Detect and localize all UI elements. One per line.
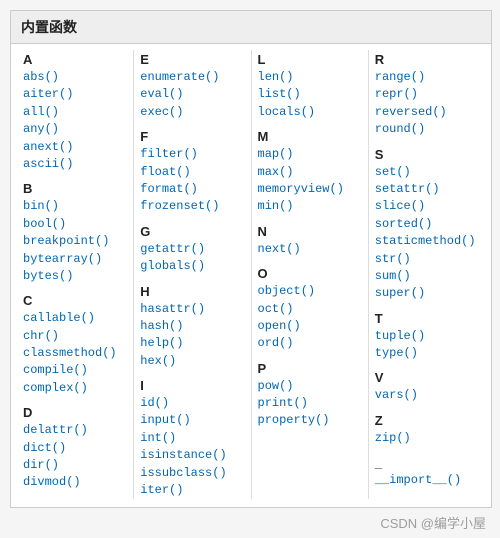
group-head-H: H bbox=[138, 284, 246, 299]
columns-wrapper: A abs() aiter() all() any() anext() asci… bbox=[11, 44, 491, 507]
group-head-G: G bbox=[138, 224, 246, 239]
column-2: E enumerate() eval() exec() F filter() f… bbox=[134, 50, 251, 499]
group-head-M: M bbox=[256, 129, 364, 144]
fn-str[interactable]: str() bbox=[373, 251, 481, 268]
fn-reversed[interactable]: reversed() bbox=[373, 104, 481, 121]
group-head-A: A bbox=[21, 52, 129, 67]
group-head-O: O bbox=[256, 266, 364, 281]
fn-compile[interactable]: compile() bbox=[21, 362, 129, 379]
fn-hash[interactable]: hash() bbox=[138, 318, 246, 335]
fn-help[interactable]: help() bbox=[138, 335, 246, 352]
column-4: R range() repr() reversed() round() S se… bbox=[369, 50, 485, 499]
group-head-L: L bbox=[256, 52, 364, 67]
group-head-underscore: _ bbox=[373, 455, 481, 470]
fn-open[interactable]: open() bbox=[256, 318, 364, 335]
group-head-C: C bbox=[21, 293, 129, 308]
group-head-T: T bbox=[373, 311, 481, 326]
fn-len[interactable]: len() bbox=[256, 69, 364, 86]
fn-filter[interactable]: filter() bbox=[138, 146, 246, 163]
fn-divmod[interactable]: divmod() bbox=[21, 474, 129, 491]
fn-ord[interactable]: ord() bbox=[256, 335, 364, 352]
fn-next[interactable]: next() bbox=[256, 241, 364, 258]
fn-oct[interactable]: oct() bbox=[256, 301, 364, 318]
fn-issubclass[interactable]: issubclass() bbox=[138, 465, 246, 482]
fn-locals[interactable]: locals() bbox=[256, 104, 364, 121]
watermark-text: CSDN @编学小屋 bbox=[380, 513, 486, 532]
fn-max[interactable]: max() bbox=[256, 164, 364, 181]
fn-globals[interactable]: globals() bbox=[138, 258, 246, 275]
fn-frozenset[interactable]: frozenset() bbox=[138, 198, 246, 215]
column-3: L len() list() locals() M map() max() me… bbox=[252, 50, 369, 499]
fn-exec[interactable]: exec() bbox=[138, 104, 246, 121]
fn-vars[interactable]: vars() bbox=[373, 387, 481, 404]
group-head-E: E bbox=[138, 52, 246, 67]
fn-min[interactable]: min() bbox=[256, 198, 364, 215]
builtin-functions-panel: 内置函数 A abs() aiter() all() any() anext()… bbox=[10, 10, 492, 508]
fn-input[interactable]: input() bbox=[138, 412, 246, 429]
fn-bool[interactable]: bool() bbox=[21, 216, 129, 233]
fn-slice[interactable]: slice() bbox=[373, 198, 481, 215]
fn-int[interactable]: int() bbox=[138, 430, 246, 447]
fn-eval[interactable]: eval() bbox=[138, 86, 246, 103]
fn-property[interactable]: property() bbox=[256, 412, 364, 429]
group-head-P: P bbox=[256, 361, 364, 376]
group-head-Z: Z bbox=[373, 413, 481, 428]
fn-chr[interactable]: chr() bbox=[21, 328, 129, 345]
fn-sorted[interactable]: sorted() bbox=[373, 216, 481, 233]
fn-ascii[interactable]: ascii() bbox=[21, 156, 129, 173]
fn-round[interactable]: round() bbox=[373, 121, 481, 138]
fn-all[interactable]: all() bbox=[21, 104, 129, 121]
fn-list[interactable]: list() bbox=[256, 86, 364, 103]
fn-sum[interactable]: sum() bbox=[373, 268, 481, 285]
group-head-N: N bbox=[256, 224, 364, 239]
fn-abs[interactable]: abs() bbox=[21, 69, 129, 86]
fn-any[interactable]: any() bbox=[21, 121, 129, 138]
fn-bin[interactable]: bin() bbox=[21, 198, 129, 215]
fn-print[interactable]: print() bbox=[256, 395, 364, 412]
fn-anext[interactable]: anext() bbox=[21, 139, 129, 156]
fn-type[interactable]: type() bbox=[373, 345, 481, 362]
fn-enumerate[interactable]: enumerate() bbox=[138, 69, 246, 86]
group-head-F: F bbox=[138, 129, 246, 144]
fn-hex[interactable]: hex() bbox=[138, 353, 246, 370]
fn-complex[interactable]: complex() bbox=[21, 380, 129, 397]
fn-tuple[interactable]: tuple() bbox=[373, 328, 481, 345]
fn-classmethod[interactable]: classmethod() bbox=[21, 345, 129, 362]
group-head-V: V bbox=[373, 370, 481, 385]
panel-header: 内置函数 bbox=[11, 11, 491, 44]
fn-object[interactable]: object() bbox=[256, 283, 364, 300]
fn-getattr[interactable]: getattr() bbox=[138, 241, 246, 258]
fn-id[interactable]: id() bbox=[138, 395, 246, 412]
fn-bytes[interactable]: bytes() bbox=[21, 268, 129, 285]
fn-range[interactable]: range() bbox=[373, 69, 481, 86]
group-head-I: I bbox=[138, 378, 246, 393]
fn-isinstance[interactable]: isinstance() bbox=[138, 447, 246, 464]
fn-aiter[interactable]: aiter() bbox=[21, 86, 129, 103]
fn-bytearray[interactable]: bytearray() bbox=[21, 251, 129, 268]
fn-pow[interactable]: pow() bbox=[256, 378, 364, 395]
fn-format[interactable]: format() bbox=[138, 181, 246, 198]
group-head-D: D bbox=[21, 405, 129, 420]
fn-breakpoint[interactable]: breakpoint() bbox=[21, 233, 129, 250]
fn-float[interactable]: float() bbox=[138, 164, 246, 181]
fn-iter[interactable]: iter() bbox=[138, 482, 246, 499]
column-1: A abs() aiter() all() any() anext() asci… bbox=[17, 50, 134, 499]
fn-super[interactable]: super() bbox=[373, 285, 481, 302]
fn-memoryview[interactable]: memoryview() bbox=[256, 181, 364, 198]
fn-map[interactable]: map() bbox=[256, 146, 364, 163]
fn-setattr[interactable]: setattr() bbox=[373, 181, 481, 198]
fn-dir[interactable]: dir() bbox=[21, 457, 129, 474]
group-head-R: R bbox=[373, 52, 481, 67]
group-head-S: S bbox=[373, 147, 481, 162]
fn-dict[interactable]: dict() bbox=[21, 440, 129, 457]
fn-set[interactable]: set() bbox=[373, 164, 481, 181]
fn-hasattr[interactable]: hasattr() bbox=[138, 301, 246, 318]
fn-callable[interactable]: callable() bbox=[21, 310, 129, 327]
fn-zip[interactable]: zip() bbox=[373, 430, 481, 447]
fn-staticmethod[interactable]: staticmethod() bbox=[373, 233, 481, 250]
fn-import[interactable]: __import__() bbox=[373, 472, 481, 489]
fn-delattr[interactable]: delattr() bbox=[21, 422, 129, 439]
group-head-B: B bbox=[21, 181, 129, 196]
fn-repr[interactable]: repr() bbox=[373, 86, 481, 103]
